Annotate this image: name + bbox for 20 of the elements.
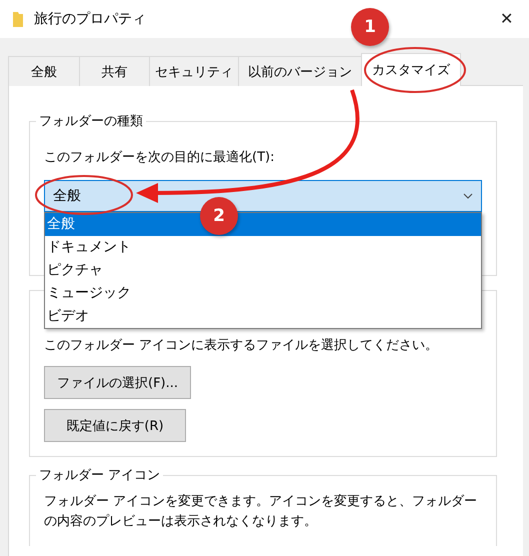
action-button[interactable]: 既定値に戻す(R) [44, 409, 186, 442]
dropdown-option[interactable]: ピクチャ [45, 259, 481, 282]
tab[interactable]: 全般 [8, 56, 80, 86]
instruction-text: このフォルダー アイコンに表示するファイルを選択してください。 [44, 337, 440, 355]
dropdown-option[interactable]: ミュージック [45, 282, 481, 305]
dropdown-option[interactable]: ビデオ [45, 305, 481, 328]
group-title: フォルダーの種類 [36, 112, 146, 130]
action-button[interactable]: ファイルの選択(F)... [44, 366, 192, 399]
tab[interactable]: セキュリティ [149, 56, 239, 86]
dropdown-option[interactable]: ドキュメント [45, 236, 481, 259]
folder-icon [12, 10, 24, 28]
close-button[interactable]: ✕ [496, 9, 517, 29]
window-title: 旅行のプロパティ [34, 10, 146, 28]
tab[interactable]: カスタマイズ [361, 53, 461, 86]
description-text: フォルダー アイコンを変更できます。アイコンを変更すると、フォルダーの内容のプレビューは表示されなくなります。 [44, 493, 478, 531]
tab[interactable]: 以前のバージョン [238, 56, 362, 86]
field-label: このフォルダーを次の目的に最適化(T): [44, 149, 276, 167]
chevron-down-icon [463, 193, 473, 199]
group-title: フォルダー アイコン [36, 466, 164, 484]
tab[interactable]: 共有 [79, 56, 150, 86]
